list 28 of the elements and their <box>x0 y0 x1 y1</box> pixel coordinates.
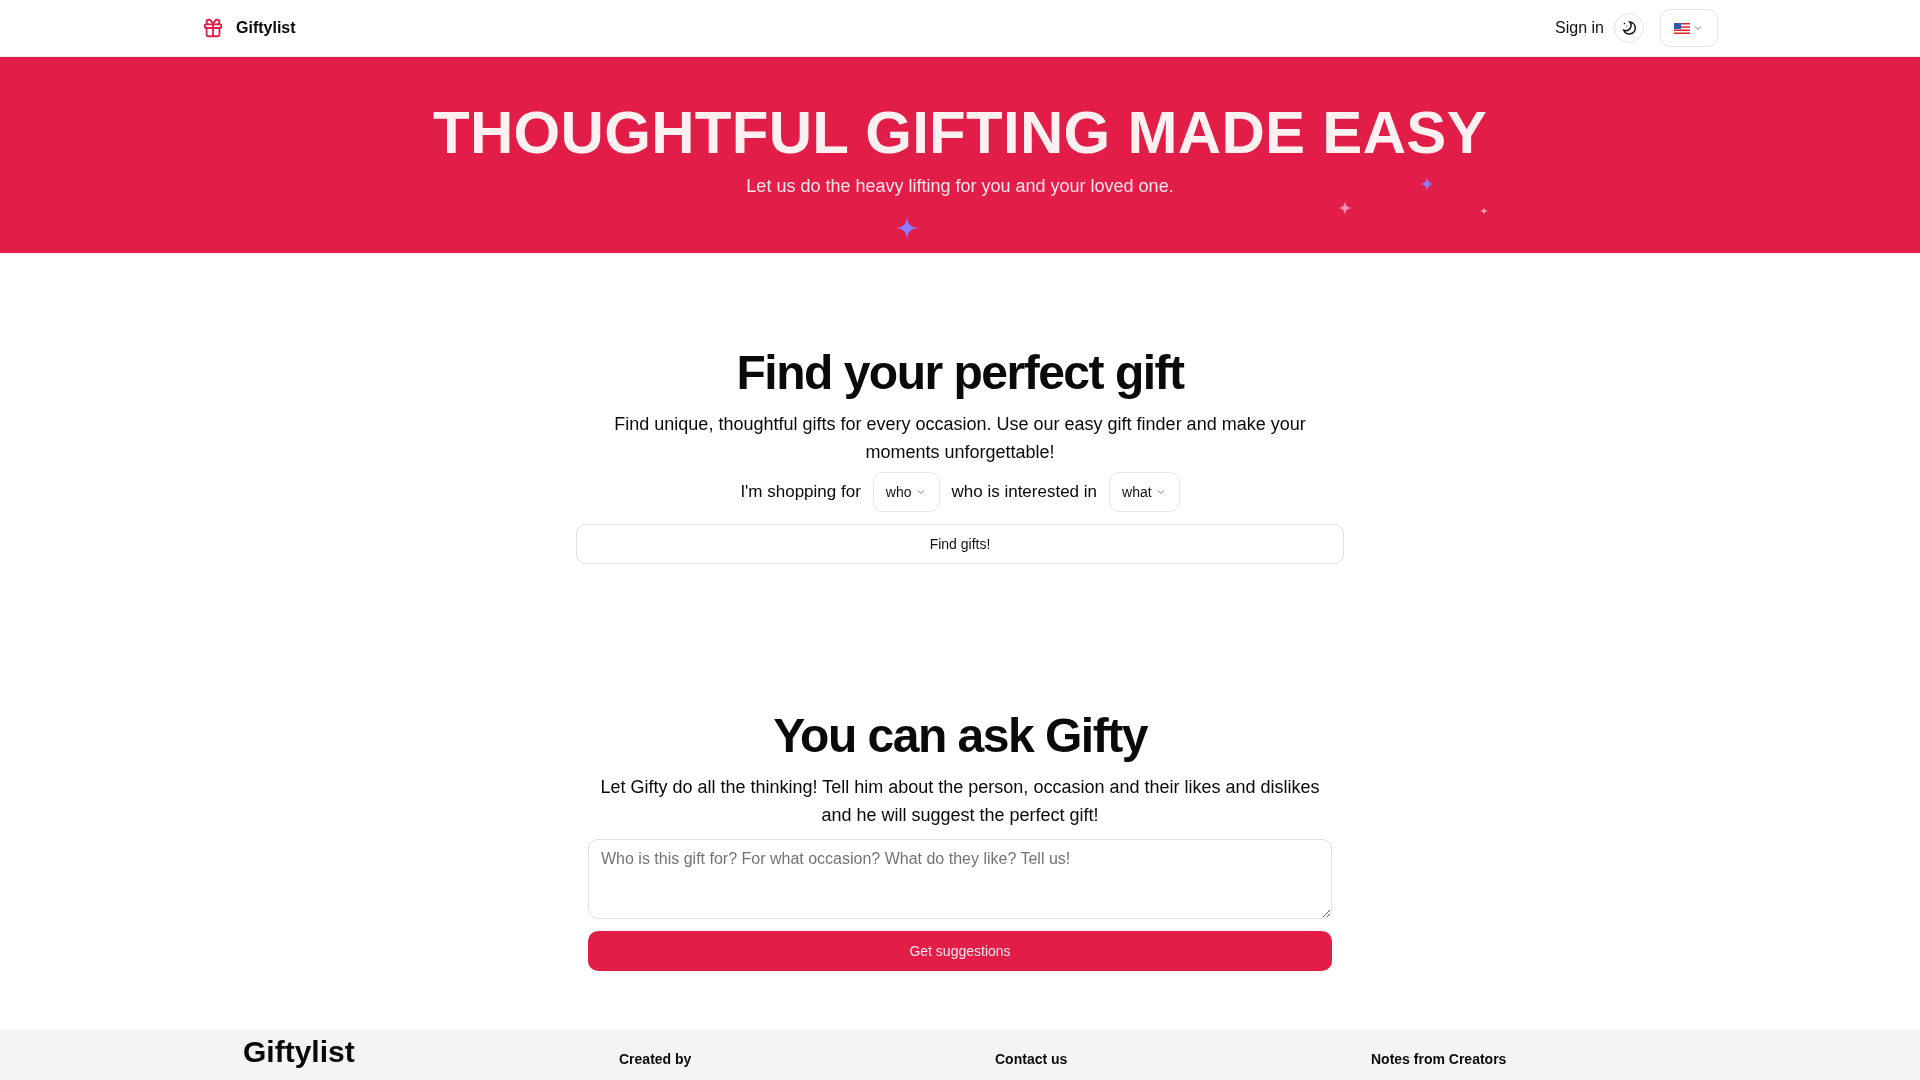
sparkle-icon <box>1420 177 1434 191</box>
theme-toggle-button[interactable] <box>1614 13 1644 43</box>
find-gifts-button[interactable]: Find gifts! <box>576 523 1344 564</box>
sign-in-link[interactable]: Sign in <box>1555 19 1604 37</box>
gift-request-field[interactable]: Who is this gift for? For what occasion? What do they like? Tell us! <box>588 838 1332 919</box>
footer-heading: Notes from Creators <box>1371 1050 1507 1067</box>
interest-label: who is interested in <box>951 481 1098 502</box>
flag-icon <box>1674 22 1690 34</box>
section-description: Find unique, thoughtful gifts for every occasion. Use our easy gift finder and make your moments unforgettable! <box>613 412 1307 464</box>
interest-select[interactable]: what <box>1109 471 1180 512</box>
footer-brand: Giftylist <box>243 1036 355 1067</box>
section-title: You can ask Gifty <box>773 709 1147 763</box>
recipient-select[interactable]: who <box>872 471 940 512</box>
shopping-for-label: I'm shopping for <box>740 481 861 502</box>
footer-heading: Contact us <box>995 1050 1068 1067</box>
get-suggestions-button[interactable]: Get suggestions <box>588 930 1332 971</box>
gift-icon <box>202 17 224 39</box>
sparkle-icon <box>1338 201 1352 215</box>
hero-title: THOUGHTFUL GIFTING MADE EASY <box>433 101 1487 164</box>
hero-subtitle: Let us do the heavy lifting for you and your loved one. <box>746 176 1174 197</box>
sparkle-icon <box>896 217 918 239</box>
section-title: Find your perfect gift <box>736 347 1184 400</box>
brand-name: Giftylist <box>236 19 296 37</box>
sparkle-icon <box>1480 207 1488 215</box>
moon-icon <box>1620 19 1638 37</box>
section-description: Let Gifty do all the thinking! Tell him about the person, occasion and their likes and dislikes and he will suggest the perfect gift! <box>600 775 1320 827</box>
footer-heading: Created by <box>619 1050 692 1067</box>
language-selector[interactable] <box>1660 9 1718 47</box>
